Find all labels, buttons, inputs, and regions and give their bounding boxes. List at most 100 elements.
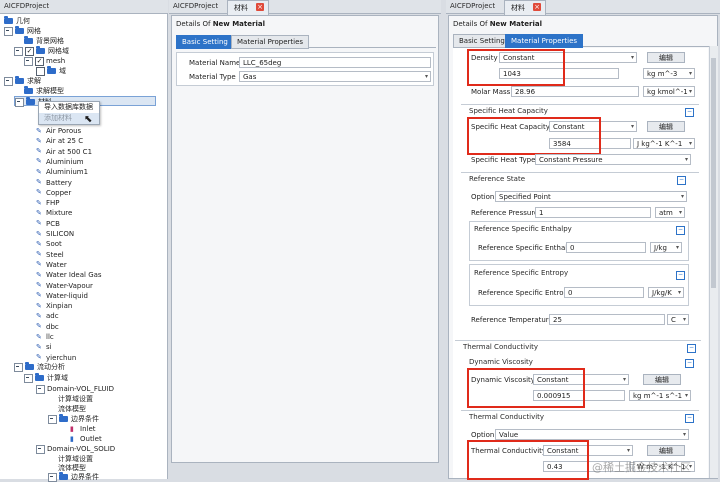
material-item-air-porous[interactable]: ✎ Air Porous (36, 126, 81, 136)
tree-item-boundary-conditions[interactable]: 边界条件 (48, 414, 99, 424)
conductivity-group-title: Thermal Conductivity (469, 413, 545, 421)
checkbox-checked[interactable]: ✓ (35, 56, 44, 66)
ref-enthalpy-box: Reference Specific Enthalpy − Reference … (469, 221, 689, 261)
material-item-aluminium[interactable]: ✎ Aluminium (36, 157, 84, 167)
tree-item-background-mesh[interactable]: 背景网格 (24, 36, 64, 46)
collapse-toggle-icon[interactable] (4, 26, 13, 36)
collapse-icon[interactable]: − (685, 108, 694, 117)
collapse-icon[interactable]: − (677, 176, 686, 185)
material-item-silicon[interactable]: ✎ SILICON (36, 229, 74, 239)
tree-item-mesh-root[interactable]: 网格 (4, 26, 41, 36)
ref-entropy-unit-select[interactable]: J/kg/K ▾ (648, 287, 684, 298)
vertical-scrollbar[interactable] (709, 46, 718, 478)
collapse-toggle-icon[interactable] (48, 414, 57, 424)
close-icon[interactable]: × (256, 3, 264, 11)
checkbox-unchecked[interactable] (36, 66, 45, 76)
material-item-xinpian[interactable]: ✎ Xinpian (36, 301, 72, 311)
material-item-pcb[interactable]: ✎ PCB (36, 219, 60, 229)
ref-option-select[interactable]: Specified Point ▾ (495, 191, 687, 202)
material-type-label: Material Type (189, 73, 236, 81)
tree-item-compute-domain[interactable]: 计算域 (24, 373, 68, 383)
tree-item-mesh-domain[interactable]: ✓ 网格域 (14, 46, 69, 56)
tab-basic-setting-2[interactable]: Basic Setting (453, 34, 511, 48)
material-item-water-ideal-gas[interactable]: ✎ Water Ideal Gas (36, 270, 102, 280)
conductivity-group (461, 410, 699, 411)
collapse-toggle-icon[interactable] (15, 97, 24, 107)
material-item-adc[interactable]: ✎ adc (36, 311, 59, 321)
collapse-icon[interactable]: − (676, 271, 685, 280)
ref-pressure-unit-select[interactable]: atm ▾ (655, 207, 685, 218)
ref-temperature-unit-select[interactable]: C ▾ (667, 314, 689, 325)
chevron-down-icon: ▾ (626, 447, 630, 454)
tree-item-inlet[interactable]: ▮ Inlet (70, 424, 96, 434)
ref-enthalpy-unit-select[interactable]: J/kg ▾ (650, 242, 682, 253)
density-edit-button[interactable]: 编辑 (647, 52, 685, 63)
material-item-llc[interactable]: ✎ llc (36, 332, 54, 342)
density-unit-select[interactable]: kg m^-3 ▾ (643, 68, 695, 79)
tree-item-geometry[interactable]: 几何 (4, 16, 30, 26)
close-icon[interactable]: × (533, 3, 541, 11)
collapse-icon[interactable]: − (685, 359, 694, 368)
material-item-air-25c[interactable]: ✎ Air at 25 C (36, 136, 83, 146)
viscosity-edit-button[interactable]: 编辑 (643, 374, 681, 385)
collapse-icon[interactable]: − (687, 344, 696, 353)
checkbox-checked[interactable]: ✓ (25, 46, 34, 56)
collapse-toggle-icon[interactable] (48, 472, 57, 482)
tree-item-domain[interactable]: 域 (36, 66, 66, 76)
material-item-air-500c1[interactable]: ✎ Air at 500 C1 (36, 147, 92, 157)
menu-item-import-database[interactable]: 导入数据库数据 (39, 102, 99, 113)
tree-item-fluid-model[interactable]: 流体模型 (58, 404, 86, 414)
material-item-aluminium1[interactable]: ✎ Aluminium1 (36, 167, 88, 177)
collapse-toggle-icon[interactable] (36, 384, 45, 394)
ref-pressure-input[interactable]: 1 (535, 207, 651, 218)
ref-temperature-input[interactable]: 25 (549, 314, 665, 325)
collapse-toggle-icon[interactable] (14, 362, 23, 372)
tree-item-boundary-conditions-2[interactable]: 边界条件 (48, 472, 99, 482)
material-item-mixture[interactable]: ✎ Mixture (36, 208, 72, 218)
tree-item-outlet[interactable]: ▮ Outlet (70, 434, 102, 444)
material-item-water[interactable]: ✎ Water (36, 260, 67, 270)
tree-item-mesh[interactable]: ✓ mesh (24, 56, 65, 66)
collapse-toggle-icon[interactable] (24, 56, 33, 66)
collapse-toggle-icon[interactable] (24, 373, 33, 383)
tree-item-domain-settings[interactable]: 计算域设置 (58, 394, 93, 404)
tree-item-flow-analysis[interactable]: 流动分析 (14, 362, 65, 372)
specific-heat-edit-button[interactable]: 编辑 (647, 121, 685, 132)
material-item-si[interactable]: ✎ si (36, 342, 52, 352)
tab-material-properties[interactable]: Material Properties (231, 35, 310, 49)
conductivity-edit-button[interactable]: 编辑 (647, 445, 685, 456)
material-item-water-liquid[interactable]: ✎ Water-liquid (36, 291, 88, 301)
material-item-battery[interactable]: ✎ Battery (36, 178, 72, 188)
ref-enthalpy-input[interactable]: 0 (566, 242, 646, 253)
collapse-toggle-icon[interactable] (4, 76, 13, 86)
tab-material-properties-2[interactable]: Material Properties (505, 34, 584, 48)
tree-item-domain-vol-fluid[interactable]: Domain-VOL_FLUID (36, 384, 114, 394)
collapse-toggle-icon[interactable] (36, 444, 45, 454)
molar-mass-label: Molar Mass (471, 88, 511, 96)
material-item-fhp[interactable]: ✎ FHP (36, 198, 60, 208)
ref-entropy-input[interactable]: 0 (564, 287, 644, 298)
molar-mass-input[interactable]: 28.96 (511, 86, 639, 97)
material-type-select[interactable]: Gas ▾ (239, 71, 431, 82)
material-item-water-vapour[interactable]: ✎ Water-Vapour (36, 281, 93, 291)
tree-item-solve[interactable]: 求解 (4, 76, 41, 86)
tree-item-domain-vol-solid[interactable]: Domain-VOL_SOLID (36, 444, 115, 454)
collapse-toggle-icon[interactable] (14, 46, 23, 56)
specific-heat-unit-select[interactable]: J kg^-1 K^-1 ▾ (633, 138, 695, 149)
material-item-copper[interactable]: ✎ Copper (36, 188, 71, 198)
material-name-input[interactable]: LLC_65deg (239, 57, 431, 68)
scrollbar-thumb[interactable] (711, 58, 716, 288)
conductivity-option-select[interactable]: Value ▾ (495, 429, 689, 440)
molar-mass-unit-select[interactable]: kg kmol^-1 ▾ (643, 86, 695, 97)
specific-heat-type-select[interactable]: Constant Pressure ▾ (535, 154, 691, 165)
tab-basic-setting[interactable]: Basic Setting (176, 35, 234, 49)
material-item-soot[interactable]: ✎ Soot (36, 239, 62, 249)
viscosity-unit-select[interactable]: kg m^-1 s^-1 ▾ (629, 390, 691, 401)
material-item-steel[interactable]: ✎ Steel (36, 250, 64, 260)
document-tab-material[interactable]: 材料 × (227, 0, 269, 15)
collapse-icon[interactable]: − (685, 414, 694, 423)
document-tab-material-2[interactable]: 材料 × (504, 0, 546, 15)
material-item-dbc[interactable]: ✎ dbc (36, 322, 59, 332)
tree-item-solver-model[interactable]: 求解模型 (24, 86, 64, 96)
collapse-icon[interactable]: − (676, 226, 685, 235)
